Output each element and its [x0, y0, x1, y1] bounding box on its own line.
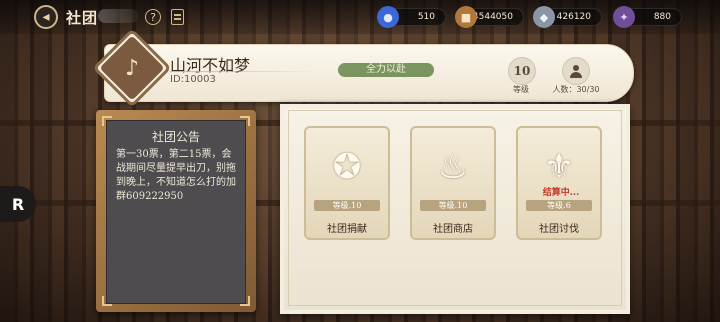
members-icon[interactable]: [562, 57, 590, 85]
resource-value: 426120: [556, 12, 591, 22]
shop-bag-icon: ♨: [437, 147, 469, 187]
frame-corner-ornament: [102, 296, 112, 306]
resource-blue-gem[interactable]: ● 510: [377, 6, 446, 28]
title-decoration: [98, 9, 138, 23]
name-divider: [170, 71, 320, 72]
card-name: 社团商店: [433, 224, 473, 235]
card-name: 社团捐献: [327, 224, 367, 235]
frame-corner-ornament: [240, 296, 250, 306]
resource-value: 880: [653, 12, 671, 22]
lyre-icon: ♪: [124, 55, 140, 81]
card-level: 等级.6: [526, 200, 592, 211]
card-club-shop[interactable]: ♨ 等级.10 社团商店: [410, 126, 496, 240]
club-motto-badge: 全力以赴: [338, 63, 434, 77]
side-menu-button[interactable]: R: [0, 186, 36, 222]
card-club-raid[interactable]: ⚜ 结算中... 等级.6 社团讨伐: [516, 126, 602, 240]
resource-value: 510: [417, 12, 435, 22]
resource-value: 4544050: [472, 12, 513, 22]
blue-gem-icon: ●: [377, 6, 399, 28]
club-id: ID:10003: [170, 74, 216, 85]
card-level: 等级.10: [420, 200, 486, 211]
resource-crystal[interactable]: ✦ 880: [613, 6, 682, 28]
card-club-donate[interactable]: ✪ 等级.10 社团捐献: [304, 126, 390, 240]
help-button[interactable]: ?: [145, 9, 161, 25]
members-count: 人数：30/30: [552, 85, 600, 94]
club-name: 山河不如梦: [170, 56, 251, 75]
star-badge-icon: ✪: [332, 147, 362, 187]
ore-icon: ◆: [533, 6, 555, 28]
notice-title: 社团公告: [151, 130, 200, 144]
club-level-icon[interactable]: 10: [508, 57, 536, 85]
page-title: 社团: [66, 9, 99, 27]
crystal-icon: ✦: [613, 6, 635, 28]
back-button[interactable]: ◂: [34, 5, 58, 29]
side-menu-label: R: [11, 194, 25, 214]
frame-corner-ornament: [102, 116, 112, 126]
person-icon: [570, 65, 582, 78]
frame-corner-ornament: [240, 116, 250, 126]
chest-icon: ■: [455, 6, 477, 28]
resource-ore[interactable]: ◆ 426120: [533, 6, 602, 28]
back-arrow-icon: ◂: [42, 9, 50, 25]
notice-text: 第一30票，第二15票，会战期间尽量提早出刀，别拖到晚上，不知道怎么打的加群60…: [116, 149, 236, 202]
card-level: 等级.10: [314, 200, 380, 211]
card-name: 社团讨伐: [539, 224, 579, 235]
document-icon[interactable]: [171, 9, 184, 25]
resource-chest[interactable]: ■ 4544050: [455, 6, 524, 28]
club-level-label: 等级: [513, 85, 529, 94]
card-status: 结算中...: [542, 188, 580, 198]
